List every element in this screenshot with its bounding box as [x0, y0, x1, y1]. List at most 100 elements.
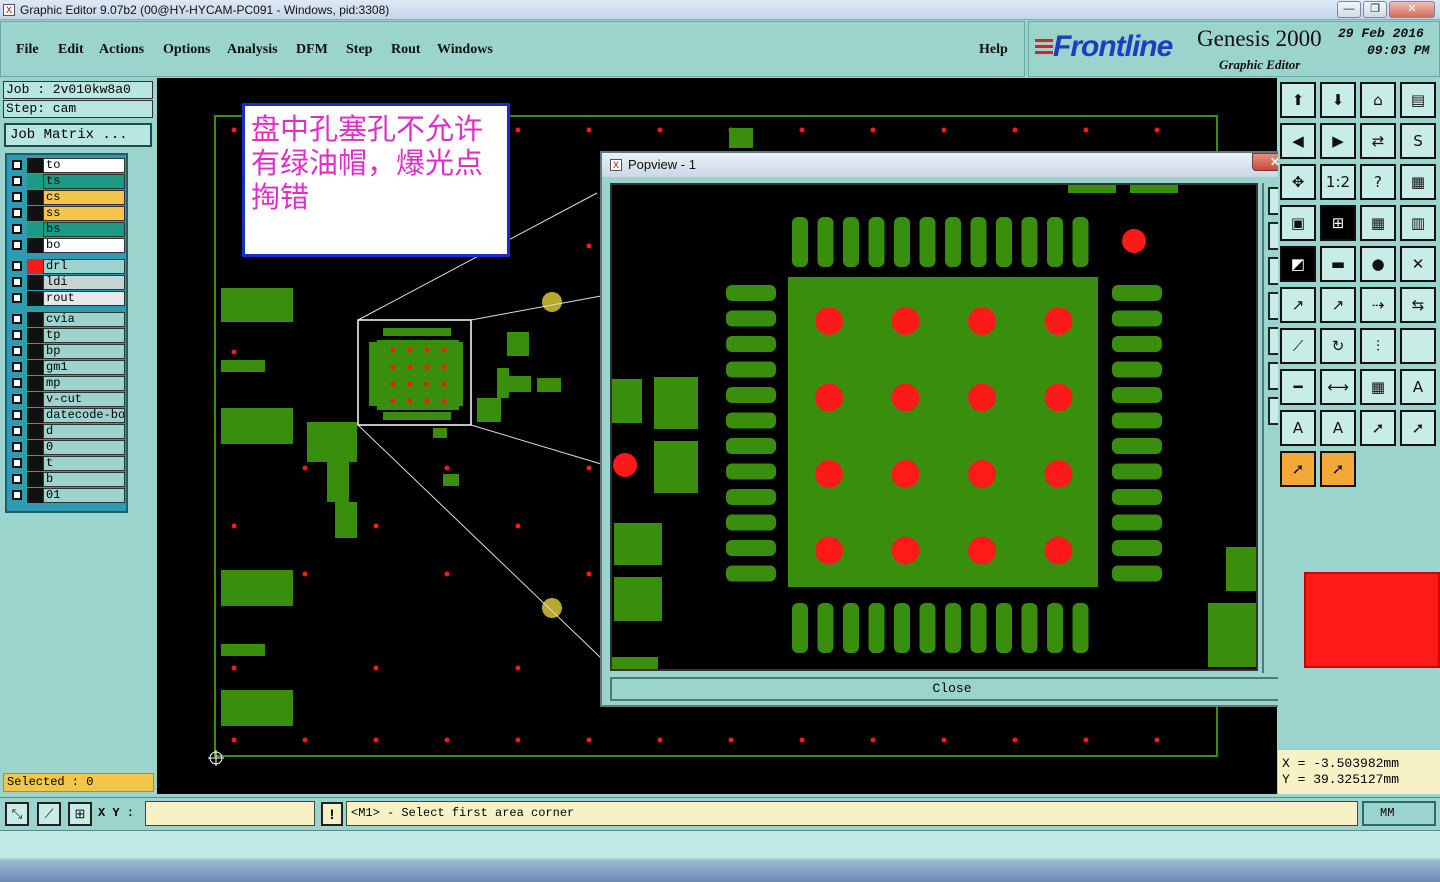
- layer-row-ldi[interactable]: ldi: [9, 275, 126, 290]
- layer-name[interactable]: cvia: [43, 312, 125, 327]
- layer-row-b[interactable]: b: [9, 472, 126, 487]
- layer-row-gm1[interactable]: gm1: [9, 360, 126, 375]
- dot-icon[interactable]: ✕: [1400, 246, 1436, 282]
- layer-color-swatch[interactable]: [27, 174, 43, 189]
- layer-name[interactable]: b: [43, 472, 125, 487]
- layout-icon[interactable]: ▤: [1400, 82, 1436, 118]
- layer-checkbox[interactable]: [12, 176, 22, 186]
- layer-checkbox[interactable]: [12, 192, 22, 202]
- layer-checkbox[interactable]: [12, 314, 22, 324]
- layer-color-swatch[interactable]: [27, 190, 43, 205]
- layer-row-rout[interactable]: rout: [9, 291, 126, 306]
- layer-name[interactable]: to: [43, 158, 125, 173]
- layer-checkbox[interactable]: [12, 394, 22, 404]
- layer-name[interactable]: d: [43, 424, 125, 439]
- layer-row-to[interactable]: to: [9, 158, 126, 173]
- chart-icon[interactable]: ▦: [1360, 369, 1396, 405]
- minimize-button[interactable]: —: [1337, 1, 1361, 18]
- line-arrow-icon[interactable]: ↗: [1320, 287, 1356, 323]
- layer-checkbox[interactable]: [12, 160, 22, 170]
- table-icon[interactable]: ⊞: [1320, 205, 1356, 241]
- layer-name[interactable]: bs: [43, 222, 125, 237]
- snap-icon[interactable]: ⇢: [1360, 287, 1396, 323]
- layer-checkbox[interactable]: [12, 261, 22, 271]
- link-icon[interactable]: ⇆: [1400, 287, 1436, 323]
- layer-checkbox[interactable]: [12, 458, 22, 468]
- layer-name[interactable]: bp: [43, 344, 125, 359]
- layer-row-d[interactable]: d: [9, 424, 126, 439]
- pan-icon[interactable]: ✥: [1280, 164, 1316, 200]
- layer-checkbox[interactable]: [12, 240, 22, 250]
- layer-name[interactable]: bo: [43, 238, 125, 253]
- layer-name[interactable]: ts: [43, 174, 125, 189]
- prompt-alert-icon[interactable]: !: [321, 802, 343, 826]
- layer-color-swatch[interactable]: [27, 238, 43, 253]
- layer-color-swatch[interactable]: [27, 392, 43, 407]
- layer-row-mp[interactable]: mp: [9, 376, 126, 391]
- layer-row-datecode-bo[interactable]: datecode-bo: [9, 408, 126, 423]
- flip-icon[interactable]: ⇄: [1360, 123, 1396, 159]
- job-matrix-button[interactable]: Job Matrix ...: [4, 123, 152, 147]
- zoom-fit-icon[interactable]: 1:2: [1320, 164, 1356, 200]
- layer-checkbox[interactable]: [12, 208, 22, 218]
- layer-color-swatch[interactable]: [27, 456, 43, 471]
- layer-color-swatch[interactable]: [27, 158, 43, 173]
- layer-color-swatch[interactable]: [27, 259, 43, 274]
- popview-zoom-view[interactable]: [612, 185, 1256, 669]
- wrap-icon[interactable]: S: [1400, 123, 1436, 159]
- layer-color-swatch[interactable]: [27, 424, 43, 439]
- layer-name[interactable]: 0: [43, 440, 125, 455]
- measure-icon[interactable]: ⟷: [1320, 369, 1356, 405]
- menu-rout[interactable]: Rout: [391, 42, 421, 58]
- layer-color-swatch[interactable]: [27, 312, 43, 327]
- menu-analysis[interactable]: Analysis: [227, 42, 278, 58]
- layer-name[interactable]: v-cut: [43, 392, 125, 407]
- layer-name[interactable]: drl: [43, 259, 125, 274]
- layer-name[interactable]: mp: [43, 376, 125, 391]
- rotate-icon[interactable]: ↻: [1320, 328, 1356, 364]
- select-c-icon[interactable]: A: [1320, 410, 1356, 446]
- help-icon[interactable]: ▦: [1400, 164, 1436, 200]
- cursor-c-icon[interactable]: ➚: [1280, 451, 1316, 487]
- layer-checkbox[interactable]: [12, 426, 22, 436]
- blank-icon[interactable]: [1400, 328, 1436, 364]
- layer-name[interactable]: cs: [43, 190, 125, 205]
- layer-checkbox[interactable]: [12, 293, 22, 303]
- layer-color-swatch[interactable]: [27, 291, 43, 306]
- layer-checkbox[interactable]: [12, 410, 22, 420]
- layer-checkbox[interactable]: [12, 277, 22, 287]
- layer-row-drl[interactable]: drl: [9, 259, 126, 274]
- layer-checkbox[interactable]: [12, 330, 22, 340]
- pen-icon[interactable]: ⟋: [1280, 328, 1316, 364]
- layer-row-tp[interactable]: tp: [9, 328, 126, 343]
- layer-row-ss[interactable]: ss: [9, 206, 126, 221]
- zoom-area-icon[interactable]: ⤡: [5, 802, 29, 826]
- layer-row-v-cut[interactable]: v-cut: [9, 392, 126, 407]
- layer-row-cs[interactable]: cs: [9, 190, 126, 205]
- layer-color-swatch[interactable]: [27, 440, 43, 455]
- grid-icon[interactable]: ⊞: [68, 802, 92, 826]
- cursor-b-icon[interactable]: ➚: [1400, 410, 1436, 446]
- layer-color-swatch[interactable]: [27, 472, 43, 487]
- layer-row-01[interactable]: 01: [9, 488, 126, 503]
- menu-actions[interactable]: Actions: [99, 42, 144, 58]
- move-down-icon[interactable]: ⬇: [1320, 82, 1356, 118]
- line-icon[interactable]: ━: [1280, 369, 1316, 405]
- popview-close-button[interactable]: Close: [610, 677, 1294, 701]
- layer-color-swatch[interactable]: [27, 360, 43, 375]
- home-icon[interactable]: ⌂: [1360, 82, 1396, 118]
- layer-name[interactable]: t: [43, 456, 125, 471]
- xy-input[interactable]: [145, 801, 315, 826]
- layer-checkbox[interactable]: [12, 490, 22, 500]
- cursor-d-icon[interactable]: ➚: [1320, 451, 1356, 487]
- layer-color-swatch[interactable]: [27, 222, 43, 237]
- feature-icon[interactable]: ●: [1360, 246, 1396, 282]
- layer-name[interactable]: ldi: [43, 275, 125, 290]
- layer-row-bo[interactable]: bo: [9, 238, 126, 253]
- menu-windows[interactable]: Windows: [437, 42, 493, 58]
- layer-row-cvia[interactable]: cvia: [9, 312, 126, 327]
- layer-name[interactable]: 01: [43, 488, 125, 503]
- layer-row-bs[interactable]: bs: [9, 222, 126, 237]
- menu-edit[interactable]: Edit: [58, 42, 84, 58]
- layer-checkbox[interactable]: [12, 378, 22, 388]
